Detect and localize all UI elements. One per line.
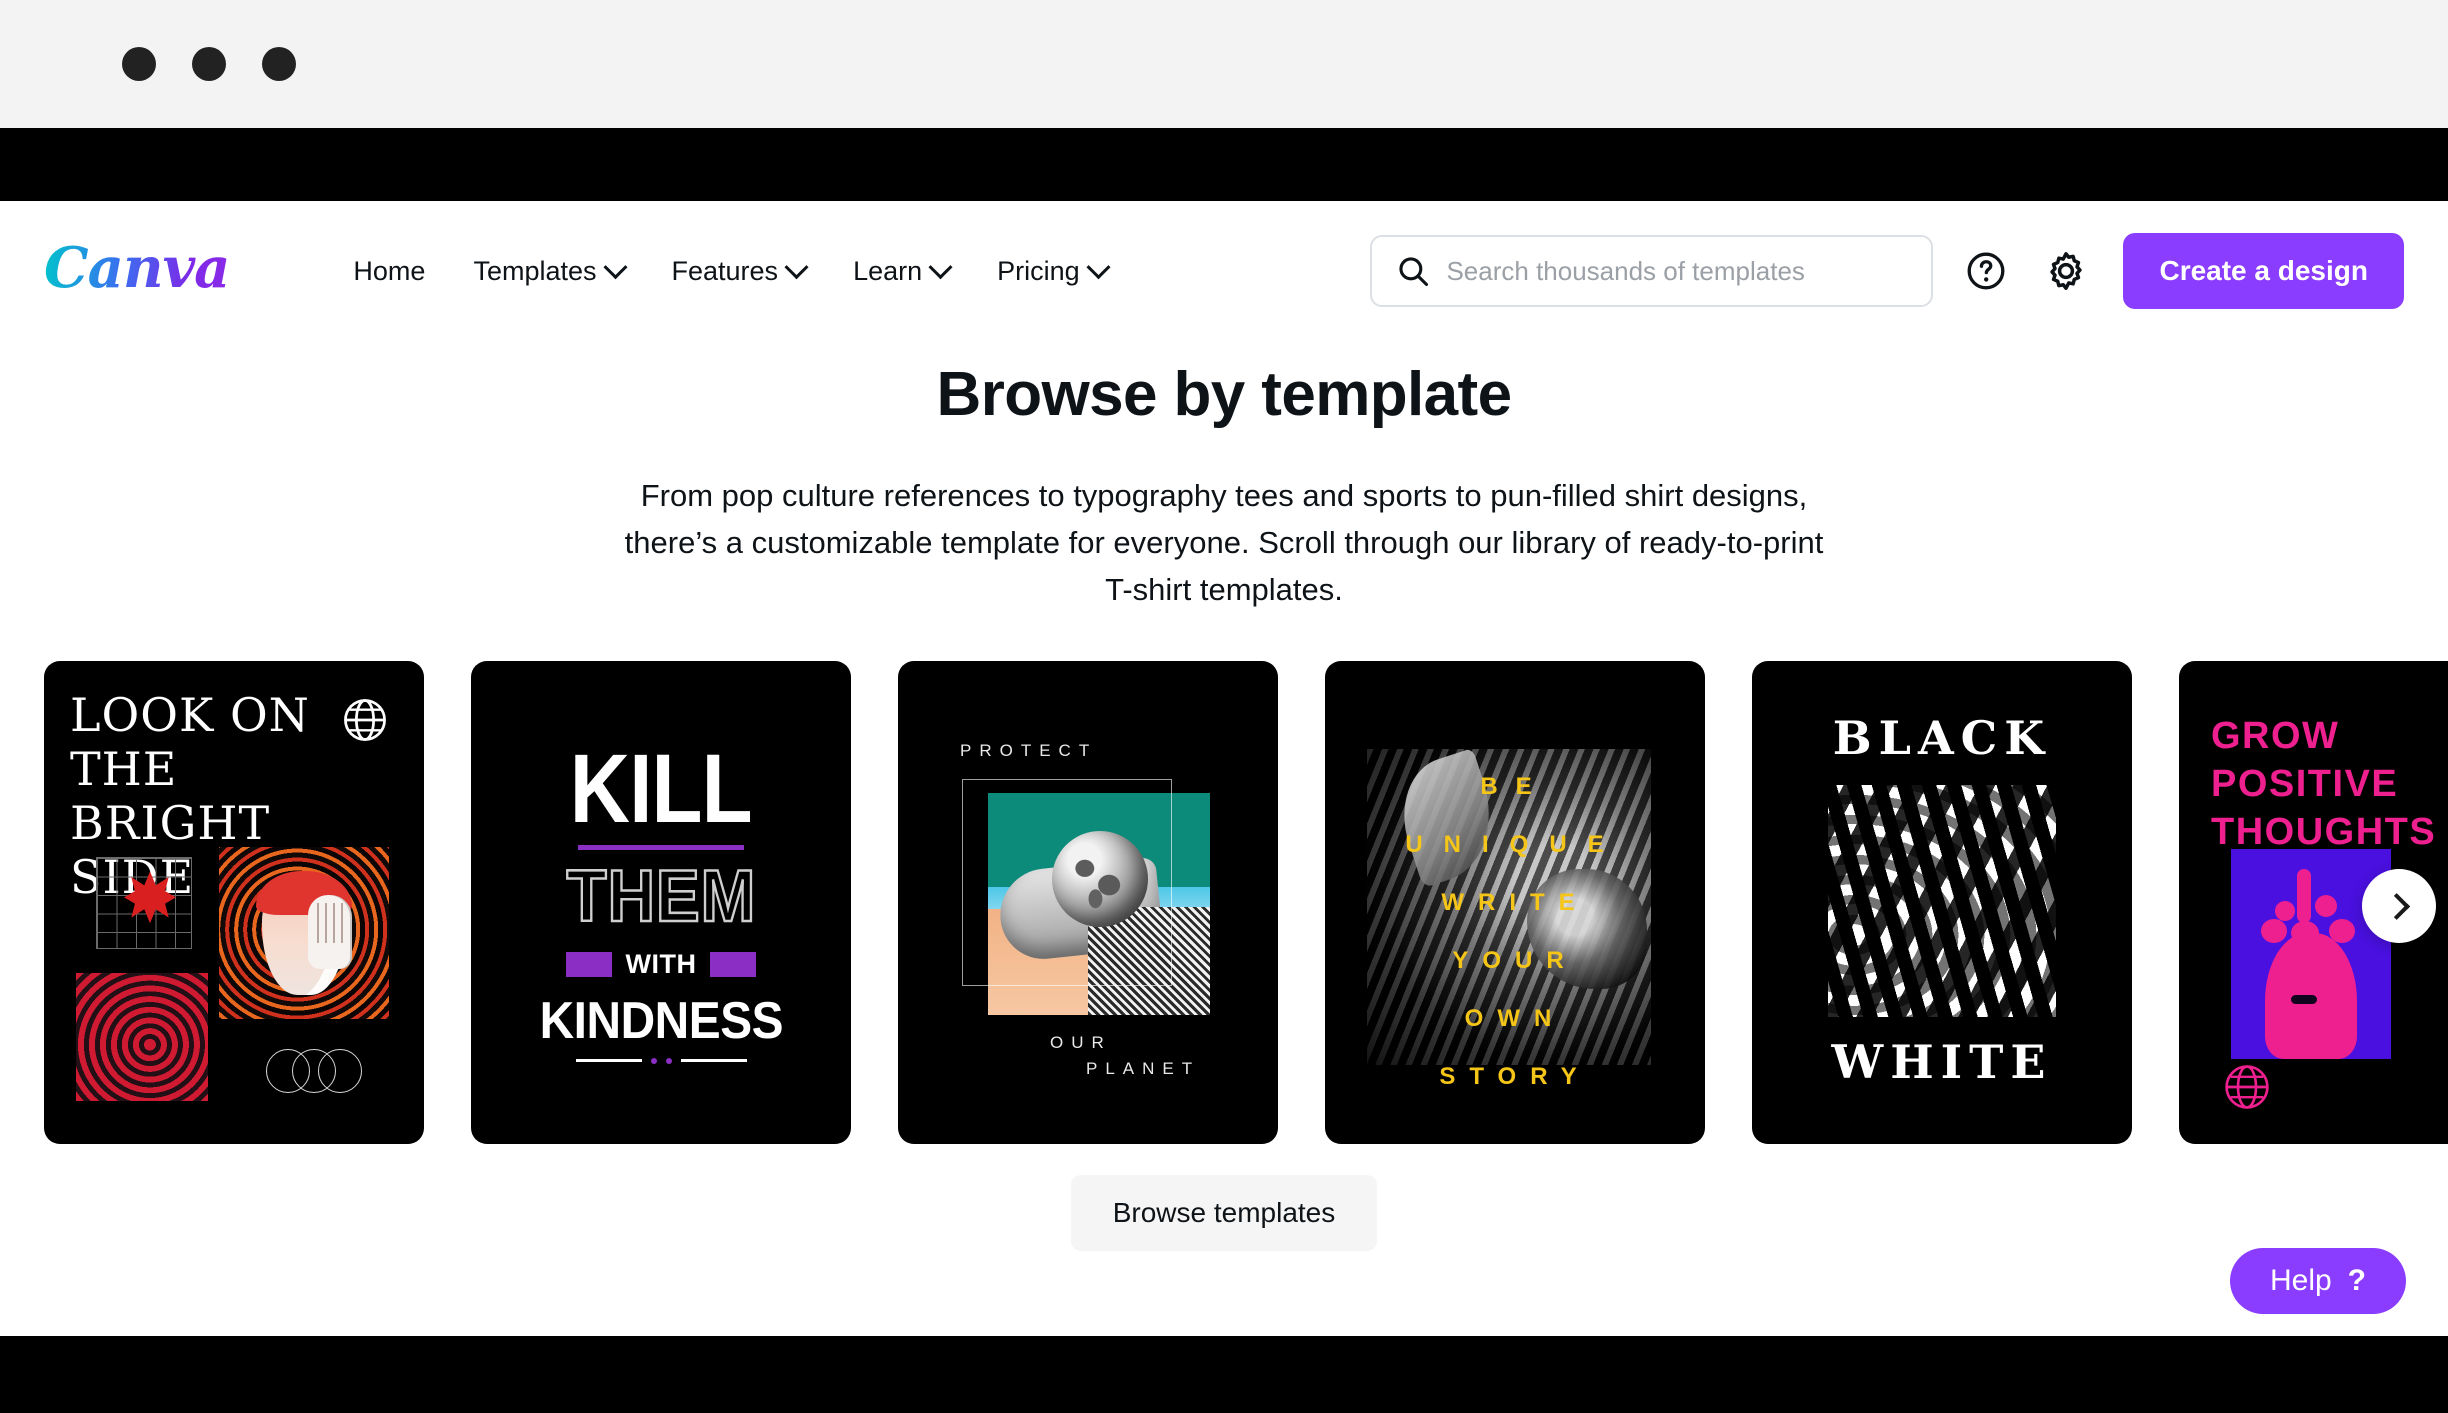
headline-line: UNIQUE: [1405, 831, 1625, 859]
purple-chip-right: [710, 951, 757, 977]
purple-chip-left: [565, 951, 612, 977]
footer-rule: [575, 1057, 747, 1064]
chevron-down-icon: [602, 254, 628, 279]
card-headline: BE UNIQUE WRITE YOUR OWN STORY: [1325, 661, 1705, 1144]
red-texture-image: [76, 973, 208, 1102]
chevron-down-icon: [1086, 254, 1111, 279]
search-icon: [1399, 257, 1429, 287]
nav-label: Home: [353, 255, 426, 286]
rings-icon: [266, 1049, 362, 1094]
search-input[interactable]: [1446, 255, 1908, 287]
carousel-track[interactable]: LOOK ON THE BRIGHT SIDE: [0, 661, 2448, 1151]
headline-white: WHITE: [1831, 1035, 2053, 1090]
template-card-black-white[interactable]: BLACK WHITE: [1752, 661, 2132, 1145]
headline-line: GROW: [2211, 715, 2340, 758]
white-frame-outline: [962, 779, 1172, 987]
portrait-face: [256, 870, 352, 995]
letterbox-bottom: [0, 1336, 2448, 1413]
headline-line: STORY: [1439, 1063, 1591, 1091]
template-card-look-on-the-bright-side[interactable]: LOOK ON THE BRIGHT SIDE: [44, 661, 424, 1145]
window-close-dot[interactable]: [122, 47, 156, 81]
headline-line: BE: [1480, 773, 1550, 801]
headline-line: OWN: [1464, 1005, 1566, 1033]
gear-icon: [2050, 252, 2083, 290]
purple-rule: [578, 844, 744, 850]
chevron-down-icon: [784, 254, 809, 279]
create-a-design-button[interactable]: Create a design: [2123, 233, 2404, 309]
canva-logo[interactable]: Canva: [44, 240, 230, 302]
zebra-stripes-image: [1828, 785, 2056, 1018]
psychedelic-portrait-image: [219, 847, 389, 1020]
headline-our: OUR: [1050, 1033, 1112, 1053]
primary-navigation: Home Templates Features Learn Pricing: [329, 244, 1130, 299]
nav-item-pricing[interactable]: Pricing: [973, 244, 1131, 299]
nav-label: Learn: [853, 255, 923, 286]
headline-with: WITH: [625, 948, 697, 979]
chevron-right-icon: [2382, 892, 2410, 920]
carousel-next-button[interactable]: [2362, 869, 2436, 944]
nav-label: Templates: [473, 255, 597, 286]
window-maximize-dot[interactable]: [262, 47, 296, 81]
browse-templates-button[interactable]: Browse templates: [1070, 1175, 1378, 1252]
header-actions: Create a design: [1370, 233, 2404, 309]
headline-line: THE BRIGHT: [70, 742, 271, 850]
headline-line: YOUR: [1452, 947, 1578, 975]
search-box[interactable]: [1370, 235, 1934, 307]
card-content: KILL THEM WITH KINDNESS: [471, 661, 851, 1144]
headline-black: BLACK: [1832, 711, 2052, 766]
nav-label: Pricing: [997, 255, 1080, 286]
window-minimize-dot[interactable]: [192, 47, 226, 81]
question-mark-icon: ?: [2347, 1264, 2366, 1297]
card-content: BLACK WHITE: [1752, 661, 2132, 1089]
browser-chrome-bar: [0, 0, 2448, 128]
headline-them: THEM: [565, 855, 756, 937]
bust-head: [2265, 933, 2357, 1060]
globe-icon: [2225, 1065, 2269, 1110]
nav-item-learn[interactable]: Learn: [829, 244, 973, 299]
help-label: Help: [2269, 1264, 2332, 1297]
headline-line: POSITIVE: [2211, 763, 2399, 806]
page-description: From pop culture references to typograph…: [624, 478, 1824, 608]
page-title: Browse by template: [936, 360, 1513, 429]
headline-protect: PROTECT: [960, 741, 1098, 761]
headline-line: WRITE: [1441, 889, 1589, 917]
chevron-down-icon: [928, 254, 953, 279]
nav-item-features[interactable]: Features: [648, 244, 830, 299]
page-viewport: Canva Home Templates Features Learn Pric…: [0, 201, 2448, 1336]
settings-button[interactable]: [2039, 244, 2093, 298]
headline-planet: PLANET: [1086, 1059, 1201, 1079]
browse-templates-row: Browse templates: [0, 1175, 2448, 1252]
window-controls: [122, 47, 296, 81]
card-headline: GROW POSITIVE THOUGHTS: [2211, 713, 2436, 857]
nav-item-home[interactable]: Home: [329, 244, 449, 299]
hero-section: Browse by template From pop culture refe…: [0, 341, 2448, 613]
headline-kindness: KINDNESS: [539, 991, 783, 1050]
globe-icon: [344, 699, 386, 742]
question-circle-icon: [1968, 252, 2005, 290]
headline-kill: KILL: [570, 733, 753, 843]
bust-artwork-image: [2231, 849, 2391, 1060]
nav-item-templates[interactable]: Templates: [449, 244, 647, 299]
help-widget-button[interactable]: Help ?: [2229, 1248, 2406, 1314]
template-carousel: LOOK ON THE BRIGHT SIDE: [0, 661, 2448, 1151]
site-header: Canva Home Templates Features Learn Pric…: [0, 201, 2448, 341]
portrait-hand: [308, 894, 352, 969]
help-circle-button[interactable]: [1959, 244, 2013, 298]
nav-label: Features: [671, 255, 779, 286]
plants-motif: [2259, 869, 2365, 947]
template-card-kill-them-with-kindness[interactable]: KILL THEM WITH KINDNESS: [471, 661, 851, 1145]
template-card-be-unique-write-your-own-story[interactable]: BE UNIQUE WRITE YOUR OWN STORY: [1325, 661, 1705, 1145]
with-row: WITH: [565, 948, 757, 980]
template-card-protect-our-planet[interactable]: PROTECT OUR PLANET: [898, 661, 1278, 1145]
letterbox-top: [0, 128, 2448, 201]
headline-line: LOOK ON: [70, 688, 310, 743]
